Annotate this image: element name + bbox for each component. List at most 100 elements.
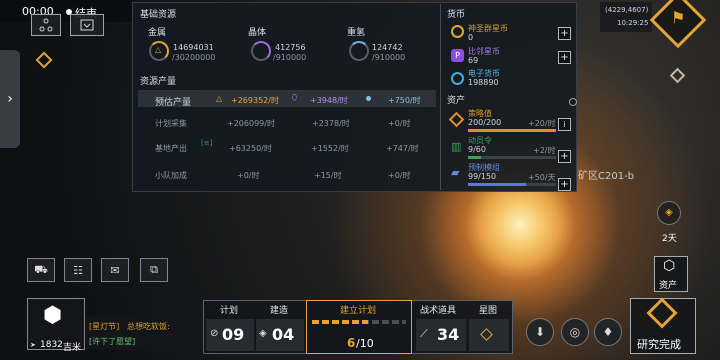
add-proxima-coin-button[interactable]: +: [558, 51, 571, 64]
build-count: 04: [272, 325, 295, 344]
crystal-label: 晶体: [248, 28, 267, 38]
add-holy-star-coin-button[interactable]: +: [558, 27, 571, 40]
player-emblem-icon: ⬢: [43, 303, 63, 328]
output-cell: +747/时: [386, 144, 419, 153]
beacon-icon[interactable]: [669, 67, 686, 84]
chevron-right-icon: ›: [7, 91, 13, 107]
timer-icon[interactable]: ◈: [657, 201, 681, 225]
metal-label: 金属: [148, 28, 167, 38]
chat-message: [许下了愿望]: [89, 337, 136, 346]
proxima-coin-icon: P: [451, 49, 464, 62]
output-cell: +750/时: [388, 96, 421, 105]
output-cell: +3948/时: [310, 96, 348, 105]
output-cell: +1552/时: [311, 144, 349, 153]
output-cell: +206099/时: [227, 119, 275, 128]
network-icon[interactable]: [31, 14, 61, 36]
add-module-button[interactable]: +: [558, 178, 571, 191]
chat-icon: ⧉: [150, 263, 158, 276]
output-cell: +15/时: [314, 171, 342, 180]
output-cell: +63250/时: [229, 144, 272, 153]
tactic-icon: ⟋: [420, 327, 428, 340]
strategy-progress-fill: [468, 129, 556, 132]
holy-star-coin-icon: [451, 25, 464, 38]
strategy-value: 200/200: [468, 118, 502, 127]
plan-tab-label[interactable]: 计划: [220, 303, 238, 316]
clock-text: 10:29:25: [617, 19, 649, 27]
strategy-progress-bar: [468, 129, 556, 132]
output-cell: +0/时: [388, 119, 411, 128]
fleet-dispatch-button[interactable]: ⛟: [27, 258, 55, 282]
holy-star-coin-label: 神圣群星币: [468, 24, 508, 33]
chat-button[interactable]: ⧉: [140, 258, 168, 282]
output-row-label: 基地产出: [155, 144, 187, 153]
scan-icon: ◎: [569, 325, 581, 339]
output-row-label: 预估产量: [155, 98, 192, 108]
scan-button[interactable]: ◎: [561, 318, 589, 346]
mobilization-rate: +2/时: [533, 146, 556, 155]
side-expand-button[interactable]: ›: [0, 50, 20, 148]
mobilization-progress-fill: [468, 156, 482, 159]
mail-button[interactable]: ✉: [101, 258, 129, 282]
divider-vertical: [440, 4, 441, 190]
fleet-icon: ⛟: [34, 262, 48, 276]
add-mobilization-button[interactable]: +: [558, 150, 571, 163]
recording-bar: 00:00 结束: [0, 0, 132, 22]
build-plan-current: 6: [347, 336, 356, 350]
collect-button[interactable]: ⬇: [526, 318, 554, 346]
coords-text: (4229,4607): [605, 6, 649, 14]
output-title: 资源产量: [140, 77, 177, 87]
research-label: 研究完成: [637, 338, 681, 351]
star-map-tab-label[interactable]: 星图: [479, 303, 497, 316]
assets-title: 资产: [447, 96, 466, 106]
inbox-icon[interactable]: [70, 14, 104, 36]
mobilization-value: 9/60: [468, 145, 486, 154]
base-output-icon: [≡]: [201, 139, 213, 147]
build-plan-max: /10: [356, 337, 374, 350]
distance-value: 1832: [40, 340, 63, 350]
task-list-button[interactable]: ☷: [64, 258, 92, 282]
deuterium-small-icon: [366, 96, 371, 101]
assets-hex-icon: ⬡: [663, 258, 676, 274]
crystal-current: 412756: [275, 43, 306, 52]
build-plan-progress: [312, 320, 406, 324]
output-cell: +0/时: [237, 171, 260, 180]
build-tab-label[interactable]: 建造: [270, 303, 288, 316]
module-icon: ▰: [451, 166, 460, 179]
build-icon: ◈: [259, 328, 267, 339]
metal-max: /30200000: [172, 53, 216, 62]
timer-days: 2天: [662, 234, 677, 244]
output-row-label: 计划采集: [155, 119, 187, 128]
deuterium-label: 重氢: [347, 28, 366, 38]
collect-icon: ⬇: [534, 325, 546, 339]
crystal-small-icon: ⬯: [292, 93, 298, 102]
clipboard-icon: ☷: [73, 263, 83, 277]
currency-title: 货币: [447, 10, 466, 20]
module-rate: +50/天: [528, 173, 556, 182]
deuterium-current: 124742: [372, 43, 403, 52]
tactic-count: 34: [437, 325, 460, 344]
proxima-coin-value: 69: [468, 56, 479, 65]
assets-button-label: 资产: [659, 281, 678, 291]
build-plan-label: 建立计划: [340, 306, 377, 316]
beacon-icon[interactable]: [35, 51, 53, 69]
fleet-button[interactable]: ♦: [594, 318, 622, 346]
distance-unit: 吉米: [63, 343, 82, 353]
e-money-value: 198890: [468, 78, 499, 87]
holy-star-coin-value: 0: [468, 33, 474, 42]
flag-icon: ⚑: [671, 8, 686, 27]
basic-resources-title: 基础资源: [140, 10, 177, 20]
orbit-marker-icon[interactable]: [569, 98, 577, 106]
deuterium-max: /910000: [372, 53, 406, 62]
tactic-tab-label[interactable]: 战术道具: [420, 303, 456, 316]
planet-label[interactable]: 矿区C201-b: [578, 167, 634, 182]
module-progress-bar: [468, 183, 556, 186]
e-money-icon: [451, 72, 464, 85]
plan-count: 09: [222, 325, 245, 344]
fleet-icon: ♦: [602, 325, 614, 339]
crystal-ring-icon: [251, 41, 271, 61]
output-cell: +2378/时: [312, 119, 350, 128]
output-cell: +269352/时: [231, 96, 279, 105]
mail-icon: ✉: [110, 263, 120, 277]
strategy-info-button[interactable]: i: [558, 118, 571, 131]
metal-triangle-icon: △: [155, 45, 162, 54]
